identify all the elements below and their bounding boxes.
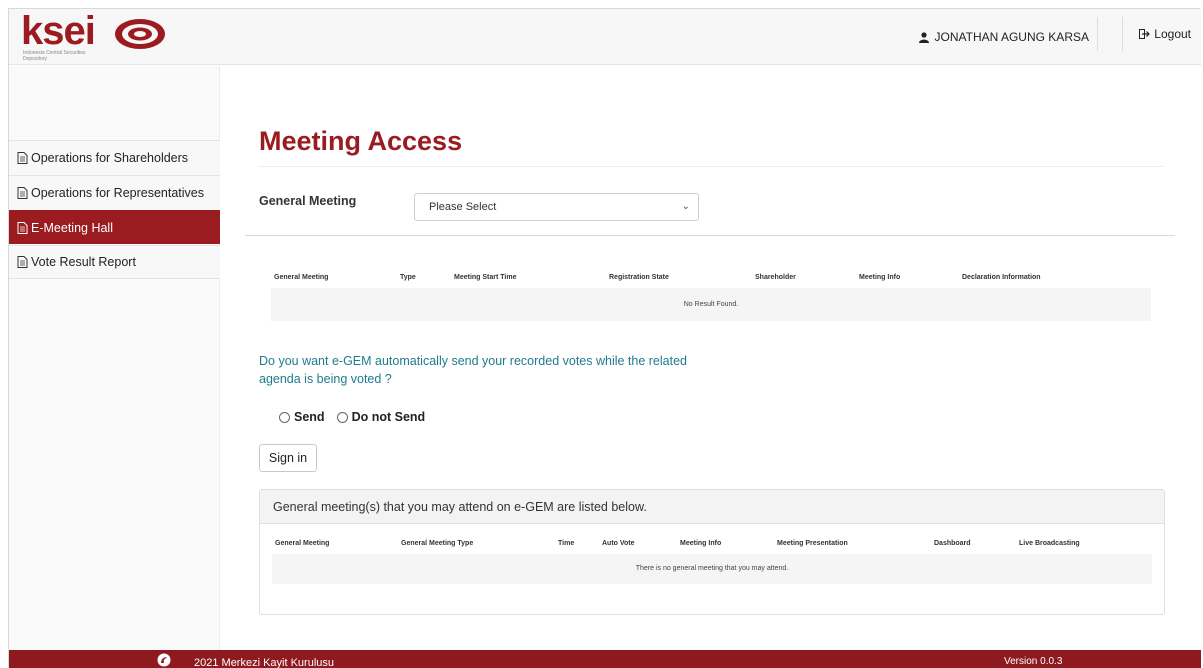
chevron-down-icon: ⌄ <box>681 201 690 212</box>
column-header: Live Broadcasting <box>1019 540 1080 547</box>
column-header: Meeting Start Time <box>454 274 517 281</box>
page-title: Meeting Access <box>259 126 463 156</box>
panel-heading: General meeting(s) that you may attend o… <box>260 490 1164 524</box>
empty-table-message: There is no general meeting that you may… <box>272 554 1152 584</box>
footer: 2021 Merkezi Kayit Kurulusu Version 0.0.… <box>9 650 1201 668</box>
footer-copyright: 2021 Merkezi Kayit Kurulusu <box>194 657 335 668</box>
column-header: Shareholder <box>755 274 796 281</box>
column-header: Auto Vote <box>602 540 635 547</box>
document-icon <box>17 221 28 234</box>
main-content: Meeting Access General Meeting Please Se… <box>221 66 1201 650</box>
column-header: Meeting Presentation <box>777 540 848 547</box>
sidebar-item-label: Operations for Representatives <box>31 185 205 200</box>
sidebar-item-operations-representatives[interactable]: Operations for Representatives <box>9 175 220 209</box>
column-header: Registration State <box>609 274 669 281</box>
column-header: Meeting Info <box>680 540 722 547</box>
logo-swirl-icon <box>115 19 165 49</box>
do-not-send-radio-label[interactable]: Do not Send <box>352 410 426 424</box>
top-header: ksei Indonesia Central Securities Deposi… <box>9 9 1201 65</box>
empty-table-message: No Result Found. <box>271 288 1151 321</box>
sidebar-item-operations-shareholders[interactable]: Operations for Shareholders <box>9 140 220 174</box>
sidebar-item-e-meeting-hall[interactable]: E-Meeting Hall <box>9 210 220 244</box>
document-icon <box>17 151 28 164</box>
user-name: JONATHAN AGUNG KARSA <box>934 30 1089 44</box>
column-header: Declaration Information <box>962 274 1041 281</box>
column-header: Type <box>400 274 416 281</box>
footer-logo-icon <box>157 653 171 667</box>
sidebar-item-label: E-Meeting Hall <box>31 220 113 235</box>
column-header: General Meeting <box>274 274 329 281</box>
header-divider <box>1122 17 1123 51</box>
logout-icon <box>1139 29 1151 39</box>
user-icon <box>918 31 929 43</box>
general-meeting-label: General Meeting <box>259 194 357 208</box>
column-header: General Meeting Type <box>401 540 474 547</box>
divider <box>245 235 1175 236</box>
footer-version: Version 0.0.3 <box>1004 656 1063 667</box>
sidebar-item-label: Operations for Shareholders <box>31 150 189 165</box>
column-header: Dashboard <box>934 540 971 547</box>
auto-vote-question: Do you want e-GEM automatically send you… <box>259 354 687 386</box>
logout-button[interactable]: Logout <box>1139 9 1191 59</box>
send-radio-label[interactable]: Send <box>294 410 325 424</box>
meetings-table-header: General Meeting General Meeting Type Tim… <box>272 534 1152 554</box>
sidebar-item-vote-result-report[interactable]: Vote Result Report <box>9 245 220 279</box>
user-menu[interactable]: JONATHAN AGUNG KARSA <box>918 9 1089 65</box>
document-icon <box>17 256 28 268</box>
sidebar: Operations for Shareholders Operations f… <box>9 66 220 650</box>
send-radio[interactable] <box>279 411 290 423</box>
sidebar-item-label: Vote Result Report <box>31 255 136 269</box>
results-table-header: General Meeting Type Meeting Start Time … <box>271 268 1151 288</box>
logo-subtitle: Indonesia Central Securities Depository <box>23 50 86 62</box>
general-meeting-select[interactable]: Please Select ⌄ <box>414 193 699 221</box>
attendable-meetings-panel: General meeting(s) that you may attend o… <box>259 489 1165 615</box>
header-divider <box>1097 17 1098 51</box>
app-frame: ksei Indonesia Central Securities Deposi… <box>8 8 1201 668</box>
document-icon <box>17 186 28 199</box>
auto-vote-radio-group: Send Do not Send <box>279 410 425 424</box>
divider <box>259 166 1164 167</box>
column-header: Meeting Info <box>859 274 901 281</box>
sign-in-button[interactable]: Sign in <box>259 444 317 472</box>
select-value: Please Select <box>429 201 497 213</box>
logout-label: Logout <box>1154 27 1191 41</box>
column-header: Time <box>558 540 575 547</box>
do-not-send-radio[interactable] <box>336 411 348 423</box>
column-header: General Meeting <box>275 540 330 547</box>
ksei-logo[interactable]: ksei Indonesia Central Securities Deposi… <box>21 9 191 62</box>
logo-wordmark: ksei <box>21 9 96 53</box>
